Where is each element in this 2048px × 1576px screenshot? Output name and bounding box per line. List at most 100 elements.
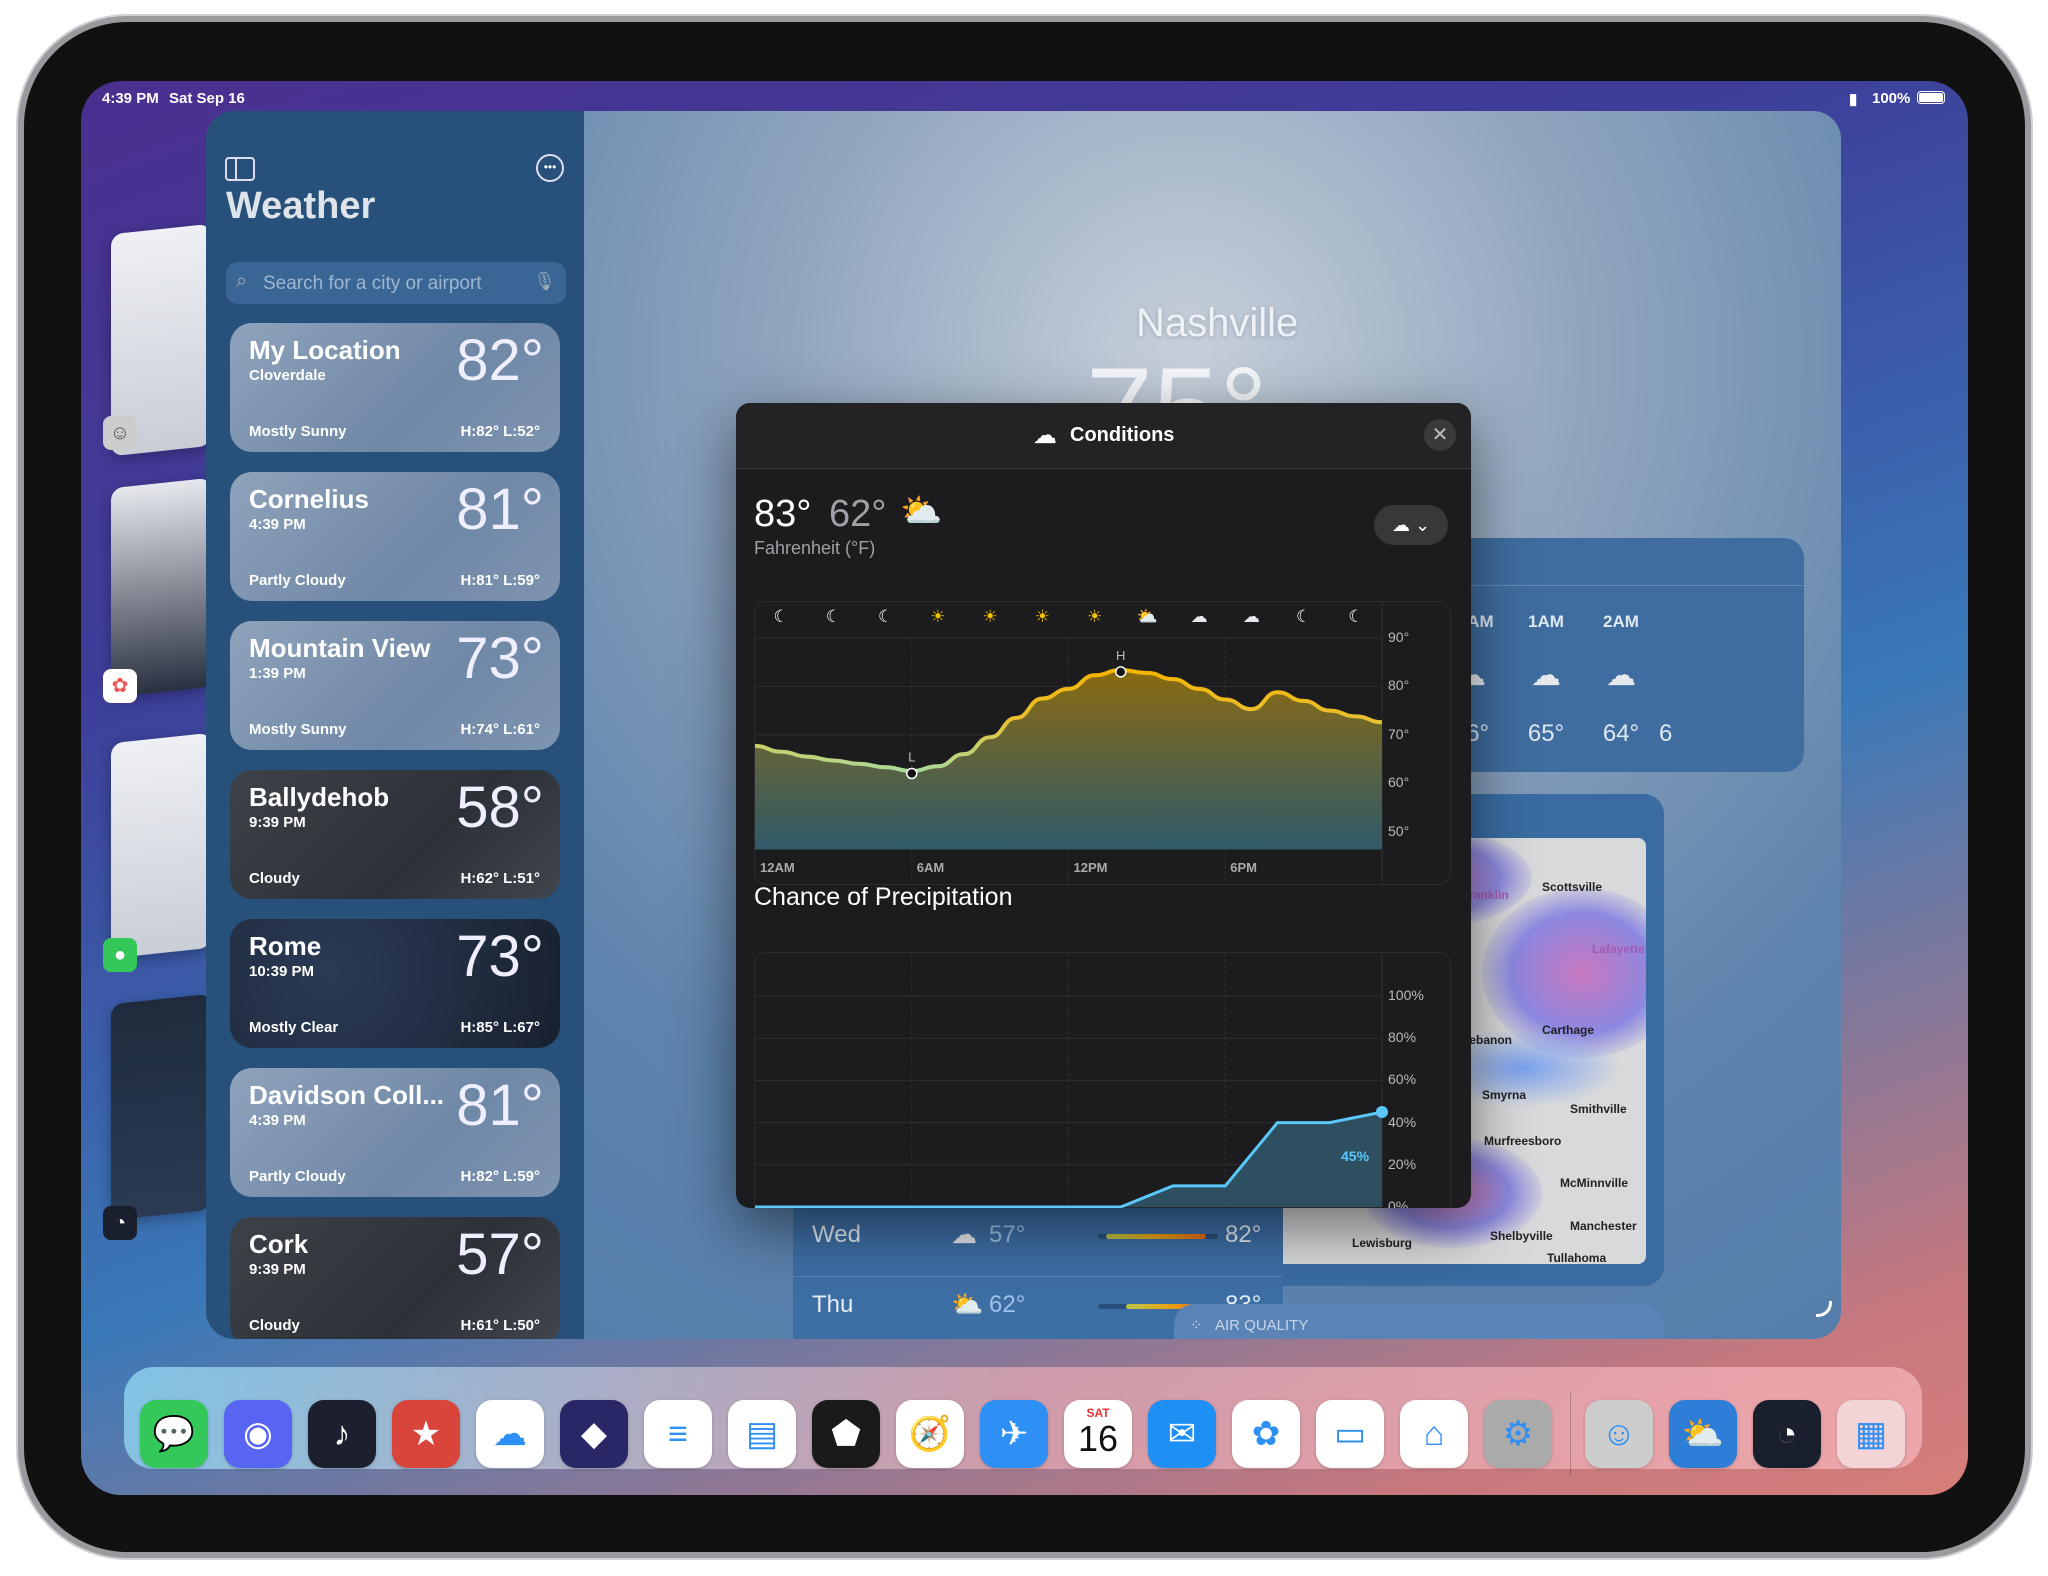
map-city-label: Smithville xyxy=(1570,1102,1627,1116)
location-card[interactable]: Rome 10:39 PM 73° Mostly Clear H:85° L:67° xyxy=(230,919,560,1048)
weather-app-window: ••• Weather ⌕ Search for a city or airpo… xyxy=(206,111,1841,1339)
location-card[interactable]: Mountain View 1:39 PM 73° Mostly Sunny H:74°… xyxy=(230,621,560,750)
location-temp: 73° xyxy=(456,626,544,691)
location-name: Ballydehob xyxy=(249,782,390,812)
location-high-low: H:82° L:59° xyxy=(460,1168,540,1185)
modal-title: Conditions xyxy=(1070,424,1175,446)
location-condition: Mostly Sunny xyxy=(249,721,347,738)
day-high: 82° xyxy=(1225,1221,1262,1248)
dock-icloud-drive-icon[interactable]: ☁ xyxy=(476,1400,544,1468)
location-condition: Partly Cloudy xyxy=(249,572,346,589)
location-condition: Mostly Clear xyxy=(249,1019,339,1036)
y-tick-label: 60% xyxy=(1388,1071,1417,1088)
location-card[interactable]: Davidson Coll... 4:39 PM 81° Partly Cloudy H… xyxy=(230,1068,560,1197)
dock-calendar-icon[interactable]: SAT 16 xyxy=(1064,1400,1132,1468)
y-tick-label: 50° xyxy=(1388,822,1410,839)
dock-mail-icon[interactable]: ✉ xyxy=(1148,1400,1216,1468)
slideover-app-photos[interactable] xyxy=(111,477,211,698)
dock-discord-icon[interactable]: ◉ xyxy=(224,1400,292,1468)
location-high-low: H:74° L:61° xyxy=(460,721,540,738)
hour-temp: 64° xyxy=(1602,720,1640,747)
location-temp: 73° xyxy=(456,924,544,989)
low-temp: 62° xyxy=(829,493,887,535)
dock: 💬 ◉ ♪ ★ ☁ ◆ ≡ ▤ ⬟ 🧭 ✈ SAT 16 ✉ ✿ ▭ ⌂ ⚙ ☺ ⛅ ◔ ▦ xyxy=(124,1367,1922,1475)
low-marker: L xyxy=(908,750,915,765)
dock-notes-icon[interactable]: ▤ xyxy=(728,1400,796,1468)
map-city-label: McMinnville xyxy=(1560,1176,1629,1190)
city-name: Nashville xyxy=(1136,301,1299,345)
precipitation-chart: 45% 100%80%60%40%20%0%12AM6AM12PM6PM xyxy=(754,952,1451,1208)
dock-music-app-icon[interactable]: ♪ xyxy=(308,1400,376,1468)
close-button[interactable]: ✕ xyxy=(1424,419,1456,451)
resize-handle[interactable] xyxy=(1816,1301,1832,1317)
location-temp: 57° xyxy=(456,1222,544,1287)
app-title: Weather xyxy=(226,185,376,227)
location-condition: Partly Cloudy xyxy=(249,1168,346,1185)
y-tick-label: 0% xyxy=(1388,1198,1409,1208)
dock-contacts-icon[interactable]: ☺ xyxy=(1585,1400,1653,1468)
search-input[interactable]: ⌕ Search for a city or airport 🎙 xyxy=(226,262,566,304)
photos-icon: ✿ xyxy=(103,669,137,703)
dock-weather-icon[interactable]: ⛅ xyxy=(1669,1400,1737,1468)
microphone-icon[interactable]: 🎙 xyxy=(533,271,556,292)
dock-messages-icon[interactable]: 💬 xyxy=(140,1400,208,1468)
dock-obsidian-icon[interactable]: ⬟ xyxy=(812,1400,880,1468)
dock-files-icon[interactable]: ▭ xyxy=(1316,1400,1384,1468)
dock-testflight-icon[interactable]: ✈ xyxy=(980,1400,1048,1468)
map-city-label: Lewisburg xyxy=(1352,1236,1413,1250)
status-time: 4:39 PM xyxy=(102,90,159,107)
slideover-app-speedtest[interactable] xyxy=(111,993,211,1221)
location-name: Cork xyxy=(249,1229,309,1259)
air-quality-card[interactable]: ⁘ AIR QUALITY xyxy=(1174,1304,1664,1339)
dock-speedtest-icon[interactable]: ◔ xyxy=(1753,1400,1821,1468)
more-options-icon[interactable]: ••• xyxy=(536,154,564,182)
dock-settings-icon[interactable]: ⚙ xyxy=(1484,1400,1552,1468)
battery-percent: 100% xyxy=(1872,90,1911,107)
location-high-low: H:61° L:50° xyxy=(460,1317,540,1334)
location-card[interactable]: Cork 9:39 PM 57° Cloudy H:61° L:50° xyxy=(230,1217,560,1339)
cloudy-night-icon: ☁ xyxy=(1606,659,1636,692)
messages-icon: ● xyxy=(103,938,137,972)
x-tick-label: 6AM xyxy=(916,860,945,875)
sidebar-toggle-icon[interactable] xyxy=(225,157,255,181)
location-subtitle: 9:39 PM xyxy=(249,814,306,831)
location-subtitle: Cloverdale xyxy=(249,367,326,384)
location-name: Cornelius xyxy=(249,484,369,514)
day-low: 57° xyxy=(989,1221,1026,1248)
temp-range-bar xyxy=(1098,1234,1218,1239)
dock-safari-icon[interactable]: 🧭 xyxy=(896,1400,964,1468)
location-temp: 82° xyxy=(456,328,544,393)
x-tick-label: 12AM xyxy=(760,860,795,875)
daily-row[interactable]: Wed ☁ 57° 82° xyxy=(793,1207,1283,1277)
search-icon: ⌕ xyxy=(236,270,248,292)
location-card[interactable]: My Location Cloverdale 82° Mostly Sunny H:82… xyxy=(230,323,560,452)
hour-label: 1AM xyxy=(1528,612,1564,631)
modal-header: ☁ Conditions ✕ xyxy=(736,403,1471,469)
dock-photos-icon[interactable]: ✿ xyxy=(1232,1400,1300,1468)
location-name: Mountain View xyxy=(249,633,431,663)
day-name: Thu xyxy=(812,1291,854,1318)
location-temp: 81° xyxy=(456,477,544,542)
contacts-icon: ☺ xyxy=(103,416,137,450)
slideover-app-messages[interactable] xyxy=(111,732,211,959)
dock-fantastical-icon[interactable]: ★ xyxy=(392,1400,460,1468)
dock-reminders-icon[interactable]: ≡ xyxy=(644,1400,712,1468)
location-name: Rome xyxy=(249,931,322,961)
speedtest-icon: ◔ xyxy=(103,1206,137,1240)
location-card[interactable]: Cornelius 4:39 PM 81° Partly Cloudy H:81° L:… xyxy=(230,472,560,601)
map-city-label: Lafayette xyxy=(1592,942,1645,956)
high-temp: 83° xyxy=(754,493,812,535)
y-tick-label: 60° xyxy=(1388,774,1410,791)
unit-label: Fahrenheit (°F) xyxy=(754,538,876,558)
dock-app-library-icon[interactable]: ▦ xyxy=(1837,1400,1905,1468)
location-card[interactable]: Ballydehob 9:39 PM 58° Cloudy H:62° L:51° xyxy=(230,770,560,899)
location-condition: Cloudy xyxy=(249,1317,300,1334)
x-tick-label: 12PM xyxy=(1073,860,1108,875)
map-city-label: Tullahoma xyxy=(1547,1251,1607,1264)
dock-home-icon[interactable]: ⌂ xyxy=(1400,1400,1468,1468)
dock-shortcuts-icon[interactable]: ◆ xyxy=(560,1400,628,1468)
map-city-label: Murfreesboro xyxy=(1484,1134,1562,1148)
air-quality-label: AIR QUALITY xyxy=(1215,1317,1309,1334)
chart-type-dropdown[interactable]: ☁ ⌄ xyxy=(1374,505,1448,545)
location-high-low: H:62° L:51° xyxy=(460,870,540,887)
